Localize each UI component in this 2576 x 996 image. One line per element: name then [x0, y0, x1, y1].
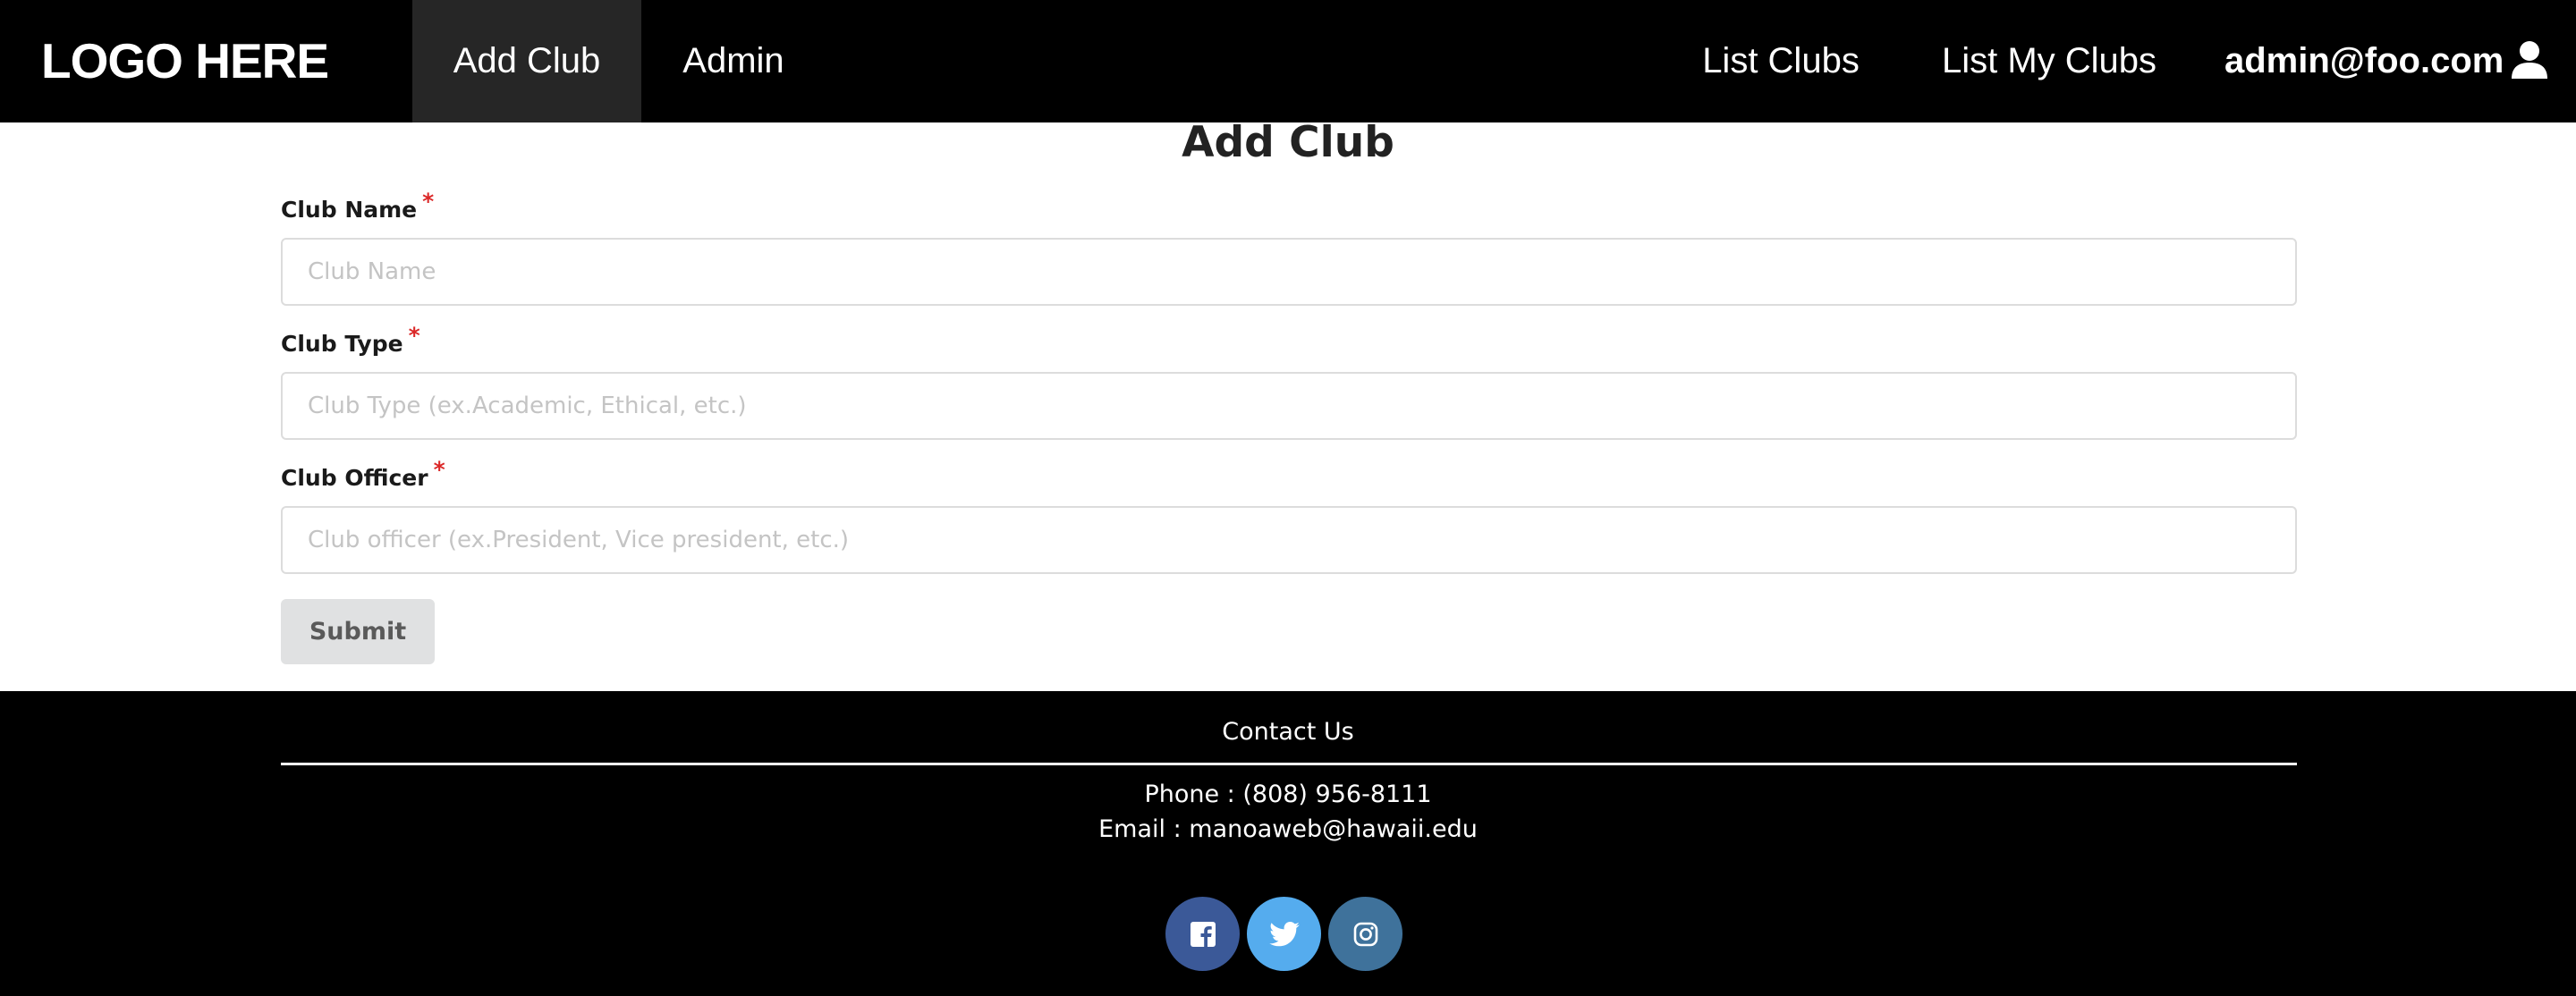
club-type-input[interactable]: [281, 372, 2297, 440]
facebook-icon: [1190, 921, 1216, 947]
page-title: Add Club: [1182, 118, 1394, 167]
nav-add-club[interactable]: Add Club: [412, 0, 641, 122]
submit-button[interactable]: Submit: [281, 599, 435, 664]
club-officer-label-text: Club Officer: [281, 465, 428, 491]
required-mark: *: [433, 457, 445, 483]
club-name-label-text: Club Name: [281, 197, 418, 223]
user-icon: [2512, 40, 2548, 79]
club-type-label-text: Club Type: [281, 331, 403, 357]
footer-divider: [281, 763, 2297, 765]
footer: Contact Us Phone : (808) 956-8111 Email …: [0, 691, 2576, 996]
facebook-button[interactable]: [1165, 897, 1240, 971]
footer-title: Contact Us: [1222, 718, 1354, 746]
nav-list-clubs[interactable]: List Clubs: [1669, 0, 1893, 122]
top-navbar: LOGO HERE Add Club Admin List Clubs List…: [0, 0, 2576, 122]
nav-admin[interactable]: Admin: [641, 0, 826, 122]
twitter-icon: [1268, 921, 1300, 946]
club-name-label: Club Name *: [281, 189, 434, 223]
instagram-button[interactable]: [1328, 897, 1402, 971]
club-officer-input[interactable]: [281, 506, 2297, 574]
user-email: admin@foo.com: [2224, 41, 2504, 80]
footer-email: Email : manoaweb@hawaii.edu: [1098, 815, 1478, 843]
club-name-input[interactable]: [281, 238, 2297, 306]
required-mark: *: [422, 189, 435, 215]
twitter-button[interactable]: [1247, 897, 1321, 971]
club-type-label: Club Type *: [281, 323, 420, 357]
logo[interactable]: LOGO HERE: [41, 0, 329, 122]
user-menu[interactable]: admin@foo.com: [2209, 0, 2576, 122]
club-officer-label: Club Officer *: [281, 457, 445, 491]
footer-phone: Phone : (808) 956-8111: [1144, 781, 1432, 808]
required-mark: *: [408, 323, 420, 349]
nav-list-my-clubs[interactable]: List My Clubs: [1903, 0, 2195, 122]
instagram-icon: [1353, 922, 1377, 946]
